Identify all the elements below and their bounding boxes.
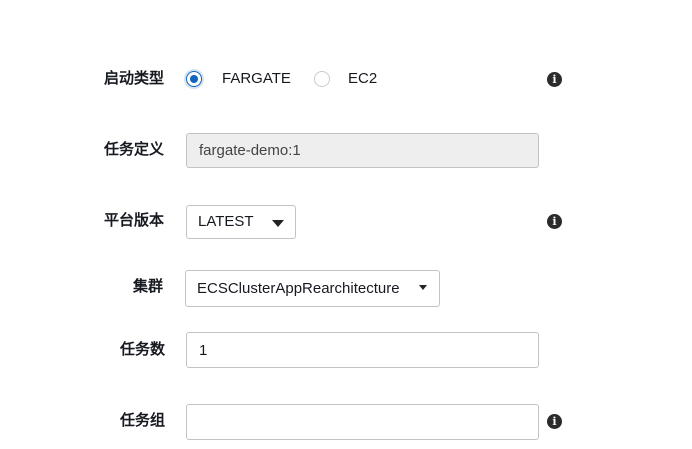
task-group-field[interactable] (186, 404, 539, 440)
task-group-info-icon[interactable]: i (547, 414, 562, 429)
task-definition-label: 任务定义 (104, 141, 165, 158)
platform-version-value: LATEST (198, 213, 254, 230)
platform-version-info-icon[interactable]: i (547, 214, 562, 229)
task-count-field[interactable] (186, 332, 539, 368)
chevron-down-icon (419, 285, 427, 290)
launch-type-ec2-label[interactable]: EC2 (348, 69, 377, 89)
launch-type-fargate-radio[interactable] (186, 71, 202, 87)
launch-type-ec2-radio[interactable] (314, 71, 330, 87)
chevron-down-icon (272, 220, 284, 227)
launch-type-fargate-label[interactable]: FARGATE (222, 69, 291, 89)
launch-type-label: 启动类型 (104, 70, 165, 87)
cluster-select[interactable]: ECSClusterAppRearchitecture (185, 270, 440, 307)
task-group-label: 任务组 (120, 412, 166, 429)
platform-version-label: 平台版本 (104, 212, 165, 229)
cluster-label: 集群 (133, 278, 164, 295)
platform-version-select[interactable]: LATEST (186, 205, 296, 239)
task-definition-field (186, 133, 539, 168)
launch-type-info-icon[interactable]: i (547, 72, 562, 87)
cluster-value: ECSClusterAppRearchitecture (197, 280, 400, 297)
task-count-label: 任务数 (120, 341, 166, 358)
service-config-form: 启动类型 FARGATE EC2 i 任务定义 平台版本 LATEST i 集群… (0, 0, 692, 449)
